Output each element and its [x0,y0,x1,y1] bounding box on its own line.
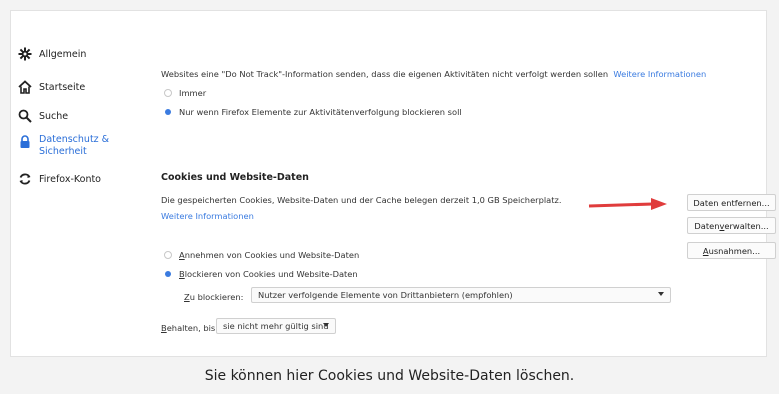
sidebar-item-search[interactable]: Suche [18,109,68,123]
chevron-down-icon [658,292,664,296]
dnt-always-radio[interactable] [164,89,172,97]
manage-data-button[interactable]: Daten v erwalten... [687,217,776,234]
sidebar-item-sync[interactable]: Firefox-Konto [18,172,101,186]
sidebar-item-label: Datenschutz & Sicherheit [39,134,110,157]
accept-cookies-radio[interactable] [164,251,172,259]
sidebar: Allgemein Startseite Suche Datenschutz &… [11,11,151,356]
block-type-label: Zu blockieren: [184,292,244,302]
accept-cookies-label: Annehmen von Cookies und Website-Daten [179,250,360,260]
dnt-always-label: Immer [179,88,207,98]
dnt-learn-more-link[interactable]: Weitere Informationen [613,69,706,79]
clear-data-button[interactable]: Daten entfernen... [687,194,776,211]
sidebar-item-privacy[interactable]: Datenschutz & Sicherheit [18,134,109,158]
keep-until-select[interactable]: sie nicht mehr gültig sind [216,318,336,334]
caption: Sie können hier Cookies und Website-Date… [0,357,779,394]
sidebar-item-label: Firefox-Konto [39,173,101,185]
gear-icon [18,47,32,61]
sidebar-item-label: Startseite [39,81,86,93]
home-icon [18,80,32,94]
chevron-down-icon [323,323,329,327]
preferences-panel: Allgemein Startseite Suche Datenschutz &… [10,10,776,357]
dnt-description: Websites eine "Do Not Track"-Information… [161,69,707,79]
main-content: Websites eine "Do Not Track"-Information… [161,11,776,356]
keep-until-label: Behalten, bis [161,323,216,333]
block-cookies-radio[interactable] [164,270,172,278]
dnt-tracking-protection-radio[interactable] [164,108,172,116]
search-icon [18,109,32,123]
sidebar-item-general[interactable]: Allgemein [18,47,86,61]
cookies-description: Die gespeicherten Cookies, Website-Daten… [161,195,562,205]
block-type-select[interactable]: Nutzer verfolgende Elemente von Drittanb… [251,287,671,303]
sidebar-item-home[interactable]: Startseite [18,80,85,94]
red-arrow-icon [588,198,667,210]
sidebar-item-label: Suche [39,110,69,122]
exceptions-button[interactable]: Ausnahmen... [687,242,776,259]
lock-icon [18,135,32,149]
sync-icon [18,172,32,186]
cookies-learn-more-link[interactable]: Weitere Informationen [161,211,254,221]
cookies-heading: Cookies und Website-Daten [161,172,309,183]
dnt-tracking-protection-label: Nur wenn Firefox Elemente zur Aktivitäte… [179,107,462,117]
block-cookies-label: Blockieren von Cookies und Website-Daten [179,269,358,279]
sidebar-item-label: Allgemein [39,48,87,60]
